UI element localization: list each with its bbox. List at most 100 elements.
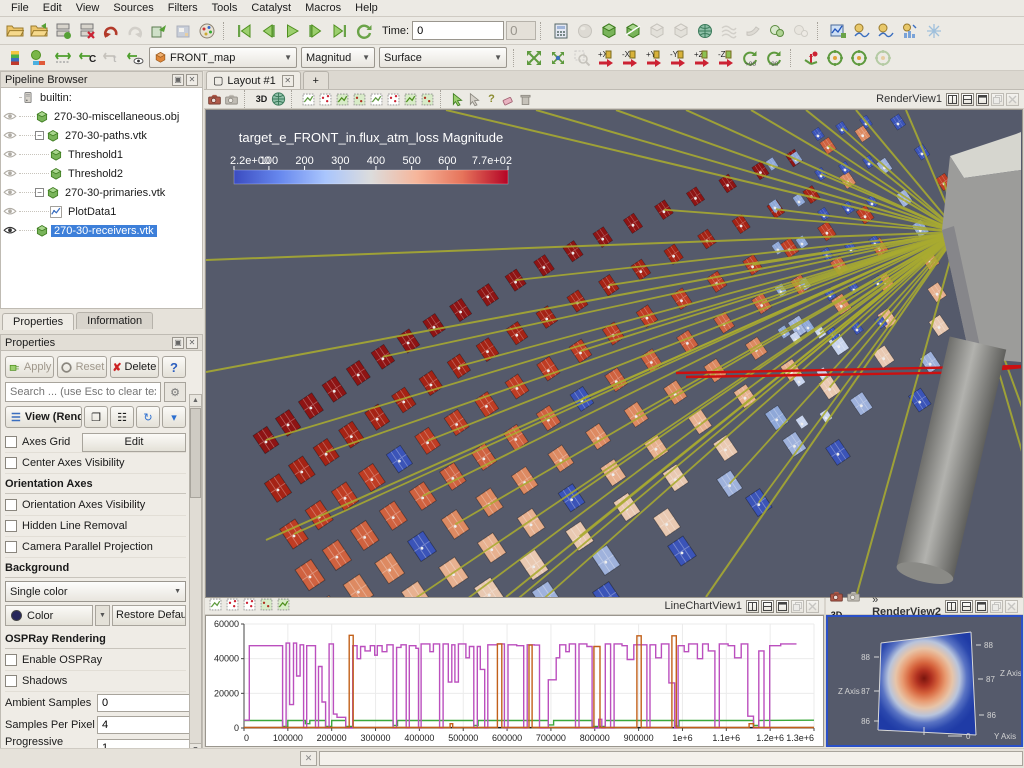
split-h-view-icon[interactable]: [946, 93, 959, 106]
rescale-custom-button[interactable]: C: [75, 46, 99, 70]
maximize-view-icon[interactable]: [975, 600, 988, 613]
pipeline-item[interactable]: builtin:: [1, 88, 202, 107]
zoom-to-data-button[interactable]: [546, 46, 570, 70]
pipeline-item[interactable]: 270-30-miscellaneous.obj: [1, 107, 202, 126]
view-minusY-button[interactable]: -Y: [666, 46, 690, 70]
chart-selection-icon[interactable]: [275, 597, 292, 613]
close-icon[interactable]: ✕: [186, 337, 198, 349]
eye-icon[interactable]: [1, 129, 19, 143]
close-icon[interactable]: ✕: [186, 74, 198, 86]
checkbox[interactable]: [5, 541, 17, 553]
camera-gray-icon[interactable]: [845, 589, 862, 605]
restore-view-icon[interactable]: [990, 600, 1003, 613]
rotate-plus90-button[interactable]: +90: [738, 46, 762, 70]
clip-button[interactable]: [597, 19, 621, 43]
threshold-button[interactable]: [645, 19, 669, 43]
previous-frame-button[interactable]: [256, 19, 280, 43]
close-x-view-icon[interactable]: [1005, 600, 1018, 613]
open-folder-button[interactable]: [3, 19, 27, 43]
pipeline-item[interactable]: −270-30-paths.vtk: [1, 126, 202, 145]
stream-tracer-button[interactable]: [717, 19, 741, 43]
pointer-icon[interactable]: [449, 91, 466, 107]
eye-icon[interactable]: [1, 224, 19, 238]
copy-icon[interactable]: ❐: [84, 406, 108, 428]
chart-selection-icon[interactable]: [241, 597, 258, 613]
restore-defaults-button[interactable]: Restore Defau: [112, 605, 186, 626]
selection-tool-icon[interactable]: [300, 91, 317, 107]
zoom-to-box-button[interactable]: [570, 46, 594, 70]
frame-spinbox[interactable]: [506, 21, 536, 40]
maximize-view-icon[interactable]: [776, 600, 789, 613]
selection-tool-icon[interactable]: [402, 91, 419, 107]
eye-icon[interactable]: [1, 148, 19, 162]
chart-selection-icon[interactable]: [258, 597, 275, 613]
view-generator-button[interactable]: [147, 19, 171, 43]
first-frame-button[interactable]: [232, 19, 256, 43]
reset-button[interactable]: Reset: [57, 356, 106, 378]
split-v-view-icon[interactable]: [960, 600, 973, 613]
menu-view[interactable]: View: [69, 1, 107, 15]
selection-tool-icon[interactable]: [368, 91, 385, 107]
eye-icon[interactable]: [1, 186, 19, 200]
interaction-mode-icon[interactable]: [270, 91, 287, 107]
split-h-view-icon[interactable]: [945, 600, 958, 613]
pipeline-item[interactable]: PlotData1: [1, 202, 202, 221]
edit-colormap-button[interactable]: [27, 46, 51, 70]
save-screenshot-icon[interactable]: [206, 91, 223, 107]
pick-center-button[interactable]: [847, 46, 871, 70]
chart-selection-icon[interactable]: [207, 597, 224, 613]
extract-subset-button[interactable]: [669, 19, 693, 43]
search-input[interactable]: [5, 382, 161, 402]
histogram-button[interactable]: [898, 19, 922, 43]
close-x-view-icon[interactable]: [806, 600, 819, 613]
plot-data-button[interactable]: [874, 19, 898, 43]
color-legend[interactable]: target_e_FRONT_in.flux_atm_loss Magnitud…: [230, 130, 512, 184]
reset-center-button[interactable]: [871, 46, 895, 70]
edit-button[interactable]: Edit: [82, 433, 186, 452]
close-x-view-icon[interactable]: [1006, 93, 1019, 106]
show-orientation-button[interactable]: [823, 46, 847, 70]
slice-button[interactable]: [621, 19, 645, 43]
load-state-button[interactable]: [27, 19, 51, 43]
trash-icon[interactable]: [517, 91, 534, 107]
tab-information[interactable]: Information: [76, 312, 153, 329]
view-minusX-button[interactable]: -X: [618, 46, 642, 70]
redo-button[interactable]: [123, 19, 147, 43]
glyph-button[interactable]: [693, 19, 717, 43]
disconnect-server-button[interactable]: [75, 19, 99, 43]
rescale-visible-button[interactable]: [123, 46, 147, 70]
view-plusZ-button[interactable]: +Z: [690, 46, 714, 70]
gear-icon[interactable]: ⚙: [164, 382, 186, 402]
checkbox[interactable]: [5, 436, 17, 448]
tab-layout-1[interactable]: ▢ Layout #1 ✕: [206, 71, 301, 89]
restore-view-icon[interactable]: [791, 600, 804, 613]
selection-tool-icon[interactable]: [351, 91, 368, 107]
menu-tools[interactable]: Tools: [205, 1, 245, 15]
selection-tool-icon[interactable]: [334, 91, 351, 107]
split-v-view-icon[interactable]: [761, 600, 774, 613]
reload-icon[interactable]: ↻: [136, 406, 160, 428]
time-input[interactable]: [412, 21, 504, 40]
view-plusX-button[interactable]: +X: [594, 46, 618, 70]
undock-icon[interactable]: ▣: [172, 337, 184, 349]
pipeline-item[interactable]: Threshold1: [1, 145, 202, 164]
checkbox[interactable]: [5, 675, 17, 687]
undock-icon[interactable]: ▣: [172, 74, 184, 86]
abort-icon[interactable]: ✕: [300, 751, 317, 766]
menu-help[interactable]: Help: [348, 1, 385, 15]
pointer-icon[interactable]: [466, 91, 483, 107]
rotate-minus90-button[interactable]: -90: [762, 46, 786, 70]
render-view-1[interactable]: target_e_FRONT_in.flux_atm_loss Magnitud…: [205, 109, 1023, 598]
checkbox[interactable]: [5, 654, 17, 666]
checkbox[interactable]: [5, 499, 17, 511]
last-frame-button[interactable]: [328, 19, 352, 43]
menu-macros[interactable]: Macros: [298, 1, 348, 15]
expand-views-icon[interactable]: »: [872, 594, 878, 606]
paste-icon[interactable]: ☷: [110, 406, 134, 428]
plot-over-line-button[interactable]: [826, 19, 850, 43]
array-combo[interactable]: Magnitud▼: [301, 47, 375, 68]
menu-edit[interactable]: Edit: [36, 1, 69, 15]
line-chart-view[interactable]: 0100000200000300000400000500000600000700…: [205, 615, 824, 747]
group-datasets-button[interactable]: [765, 19, 789, 43]
show-center-axes-button[interactable]: [799, 46, 823, 70]
